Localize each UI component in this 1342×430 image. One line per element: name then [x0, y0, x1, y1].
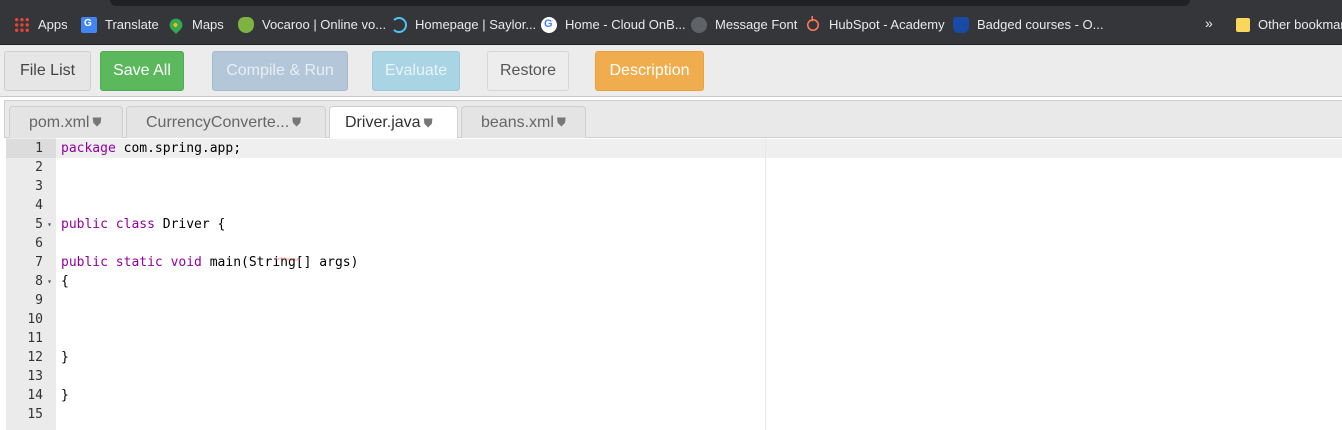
line-number: 9	[6, 291, 56, 310]
file-list-button[interactable]: File List	[4, 51, 91, 91]
code-text: {	[61, 274, 69, 289]
line-number: 14	[6, 386, 56, 405]
vocaroo-icon	[238, 17, 254, 33]
line-number: 15	[6, 405, 56, 424]
bookmark-hubspot[interactable]: HubSpot - Academy	[805, 15, 945, 35]
description-button[interactable]: Description	[595, 51, 704, 91]
code-line[interactable]: }	[61, 348, 69, 367]
watermark: ⁓	[274, 243, 302, 274]
line-number-text: 3	[35, 179, 43, 194]
line-number-text: 5	[35, 217, 43, 232]
code-keyword: public static void	[61, 255, 202, 270]
line-number: 4	[6, 196, 56, 215]
save-all-button[interactable]: Save All	[100, 51, 184, 91]
line-number-text: 6	[35, 236, 43, 251]
saylor-icon	[391, 17, 407, 33]
shield-icon[interactable]: ⛊	[292, 115, 301, 130]
fold-toggle-icon[interactable]: ▾	[47, 215, 52, 234]
code-line[interactable]: }	[61, 386, 69, 405]
globe-icon	[691, 17, 707, 33]
line-number-text: 15	[27, 407, 43, 422]
bookmark-other[interactable]: Other bookmarks	[1236, 15, 1342, 35]
compile-run-button[interactable]: Compile & Run	[212, 51, 348, 91]
code-editor[interactable]: 1 2 3 4 5 ▾ 6 7 8 ▾ 9 10 11 12 13 14 15 package com.spri…	[6, 138, 1342, 430]
line-number: 3	[6, 177, 56, 196]
shield-icon[interactable]: ⛊	[424, 116, 433, 131]
bookmark-apps[interactable]: Apps	[14, 15, 68, 35]
code-line[interactable]: package com.spring.app;	[61, 139, 241, 158]
address-bar-edge	[110, 0, 1190, 6]
line-number: 2	[6, 158, 56, 177]
editor-toolbar: File List Save All Compile & Run Evaluat…	[0, 45, 1342, 97]
bookmark-message-font[interactable]: Message Font	[691, 15, 797, 35]
file-tabs: pom.xml ⛊ CurrencyConverte... ⛊ Driver.j…	[4, 100, 1342, 139]
line-number: 12	[6, 348, 56, 367]
line-number-text: 7	[35, 255, 43, 270]
code-keyword: package	[61, 141, 116, 156]
shield-icon[interactable]: ⛊	[557, 115, 566, 130]
apps-grid-icon	[14, 17, 30, 33]
line-number-text: 14	[27, 388, 43, 403]
fold-toggle-icon[interactable]: ▾	[47, 272, 52, 291]
line-number-text: 4	[35, 198, 43, 213]
code-line[interactable]: public static void main(String[] args)	[61, 253, 358, 272]
line-number-text: 8	[35, 274, 43, 289]
print-margin	[765, 138, 766, 430]
line-number-text: 2	[35, 160, 43, 175]
line-number-text: 9	[35, 293, 43, 308]
code-keyword: public class	[61, 217, 155, 232]
maps-pin-icon	[166, 15, 186, 35]
bookmarks-bar: Apps Translate Maps Vocaroo | Online vo.…	[0, 0, 1342, 45]
line-gutter: 1 2 3 4 5 ▾ 6 7 8 ▾ 9 10 11 12 13 14 15	[6, 138, 56, 430]
bookmark-badged-courses[interactable]: Badged courses - O...	[953, 15, 1103, 35]
line-number-text: 10	[27, 312, 43, 327]
bookmarks-row: Apps Translate Maps Vocaroo | Online vo.…	[0, 15, 1342, 35]
line-number-text: 13	[27, 369, 43, 384]
evaluate-button[interactable]: Evaluate	[372, 51, 460, 91]
bookmark-translate[interactable]: Translate	[81, 15, 159, 35]
code-line[interactable]: public class Driver {	[61, 215, 225, 234]
bookmark-maps[interactable]: Maps	[166, 15, 224, 35]
tab-currency-converter[interactable]: CurrencyConverte... ⛊	[126, 106, 326, 138]
line-number: 1	[6, 139, 56, 158]
restore-button[interactable]: Restore	[487, 51, 569, 91]
bookmark-vocaroo[interactable]: Vocaroo | Online vo...	[238, 15, 386, 35]
bookmark-cloud-onb[interactable]: Home - Cloud OnB...	[541, 15, 686, 35]
tab-driver-java[interactable]: Driver.java ⛊	[329, 106, 458, 139]
google-translate-icon	[81, 17, 97, 33]
code-text: }	[61, 388, 69, 403]
active-line-highlight	[56, 139, 1342, 158]
line-number: 7	[6, 253, 56, 272]
line-number: 10	[6, 310, 56, 329]
line-number: 6	[6, 234, 56, 253]
code-line[interactable]: {	[61, 272, 69, 291]
line-number-text: 1	[35, 141, 43, 156]
code-text: Driver {	[154, 217, 226, 232]
tab-beans-xml[interactable]: beans.xml ⛊	[461, 106, 586, 138]
code-text: com.spring.app;	[115, 141, 242, 156]
code-text: }	[61, 350, 69, 365]
bookmarks-overflow-button[interactable]: »	[1205, 15, 1213, 31]
line-number: 11	[6, 329, 56, 348]
folder-icon	[1236, 18, 1250, 32]
bookmark-saylor[interactable]: Homepage | Saylor...	[391, 15, 536, 35]
google-icon	[541, 17, 557, 33]
line-number: 8 ▾	[6, 272, 56, 291]
line-number-text: 12	[27, 350, 43, 365]
tab-pom-xml[interactable]: pom.xml ⛊	[9, 106, 123, 138]
shield-icon[interactable]: ⛊	[92, 115, 101, 130]
line-number: 13	[6, 367, 56, 386]
line-number-text: 11	[27, 331, 43, 346]
hubspot-icon	[807, 16, 819, 31]
line-number: 5 ▾	[6, 215, 56, 234]
badged-icon	[953, 17, 969, 33]
